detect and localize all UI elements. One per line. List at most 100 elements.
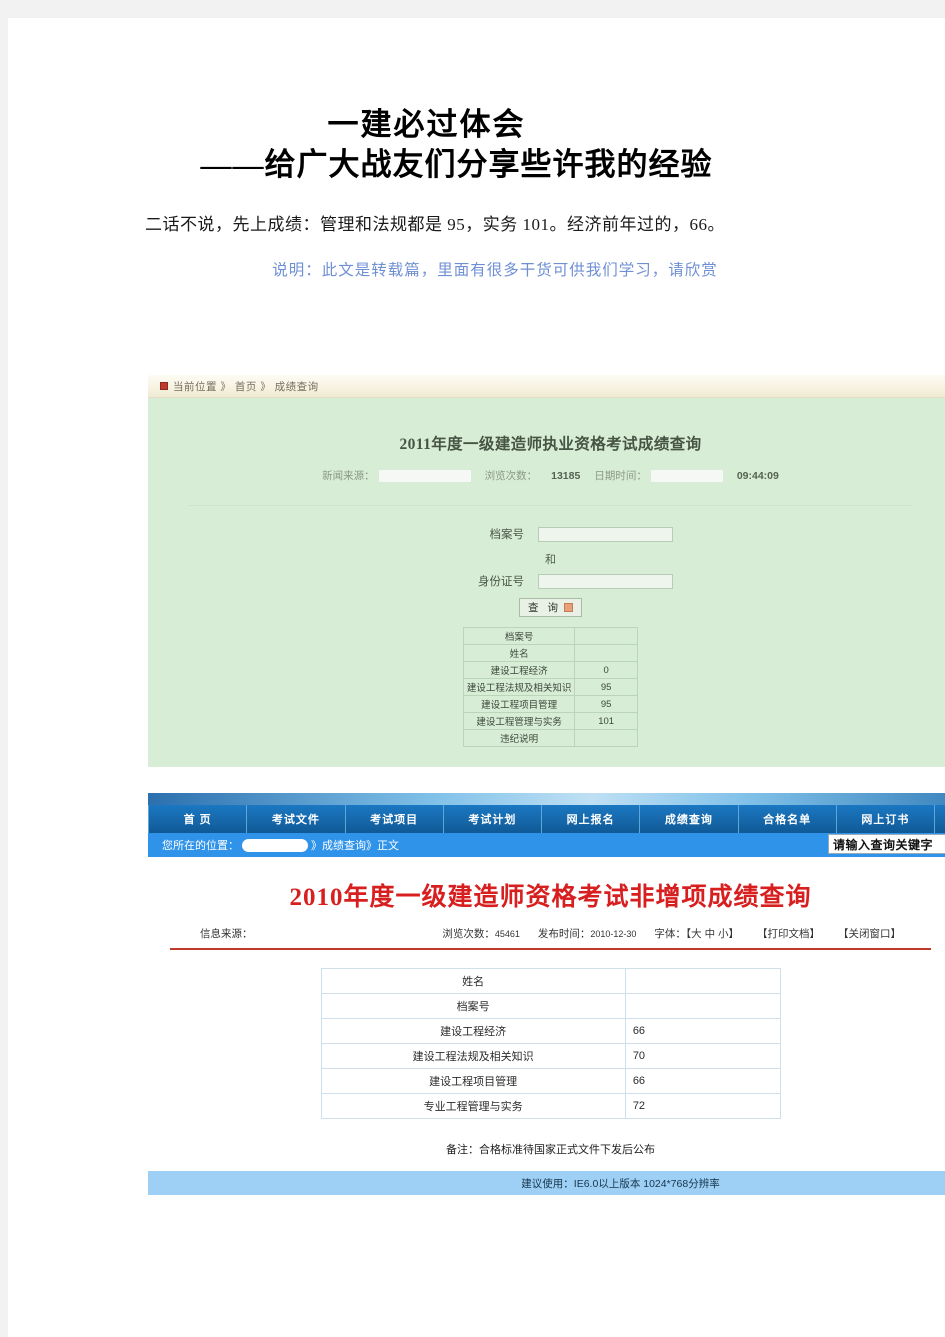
screenshot-2011-score-query: 当前位置 》 首页 》 成绩查询 2011年度一级建造师执业资格考试成绩查询 新…: [148, 375, 945, 767]
screenshot-2010-score-query: 首 页 考试文件 考试项目 考试计划 网上报名 成绩查询 合格名单 网上订书 您…: [148, 793, 945, 1195]
document-page: 一建必过体会 ——给广大战友们分享些许我的经验 二话不说，先上成绩：管理和法规都…: [8, 18, 945, 1337]
intro-paragraph: 二话不说，先上成绩：管理和法规都是 95，实务 101。经济前年过的，66。: [145, 214, 725, 234]
score-result-table-2011: 档案号 姓名 建设工程经济 0 建设工程法规及相关知识 95 建设工程项目管理 …: [462, 627, 638, 747]
query-page-meta: 新闻来源： 浏览次数： 13185 日期时间： 09:44:09: [148, 468, 945, 483]
nav-item-online-booking[interactable]: 网上订书: [837, 805, 935, 833]
location-label: 您所在的位置：: [162, 840, 239, 852]
nav-item-online-registration[interactable]: 网上报名: [542, 805, 641, 833]
redacted-site-name: [242, 838, 308, 852]
location-tail: 》成绩查询》正文: [311, 840, 399, 852]
meta-date-label: 日期时间：: [594, 470, 647, 482]
redacted-date: [650, 469, 723, 482]
id-number-input[interactable]: [538, 573, 673, 589]
score-query-form: 档案号 和 身份证号 查 询: [148, 526, 945, 617]
page-title: 一建必过体会: [327, 107, 526, 142]
breadcrumb-bar: 当前位置 》 首页 》 成绩查询: [148, 375, 945, 398]
id-number-row: 身份证号: [148, 573, 945, 589]
result-remark: 备注：合格标准待国家正式文件下发后公布: [446, 1144, 655, 1156]
row-value: 0: [574, 661, 638, 679]
archive-number-label: 档案号: [489, 529, 525, 541]
row-key: 建设工程经济: [320, 1018, 626, 1044]
font-size-control[interactable]: 字体：【大 中 小】: [654, 926, 739, 941]
meta-source-label: 信息来源：: [200, 928, 253, 940]
divider: [170, 948, 931, 950]
divider: [188, 505, 913, 506]
result-page-meta: 信息来源： 浏览次数：45461 发布时间：2010-12-30 字体：【大 中…: [162, 926, 939, 941]
nav-item-exam-schedule[interactable]: 考试计划: [444, 805, 542, 833]
query-button-label: 查 询: [528, 602, 561, 614]
archive-number-input[interactable]: [538, 526, 673, 542]
table-row: 建设工程法规及相关知识 70: [320, 1043, 781, 1069]
row-key: 建设工程法规及相关知识: [320, 1043, 626, 1069]
row-value: [574, 644, 638, 662]
meta-views-value: 13185: [551, 469, 581, 482]
row-key: 建设工程项目管理: [462, 695, 576, 713]
meta-publish-value: 2010-12-30: [590, 929, 637, 939]
nav-item-home[interactable]: 首 页: [148, 805, 248, 833]
meta-views-value: 45461: [494, 929, 520, 939]
table-row: 档案号: [462, 627, 638, 645]
row-key: 档案号: [462, 627, 576, 645]
row-value: 72: [624, 1093, 781, 1119]
print-document-button[interactable]: 【打印文档】: [757, 926, 820, 941]
nav-item-passed-list[interactable]: 合格名单: [739, 805, 837, 833]
row-value: [624, 968, 781, 994]
row-key: 违纪说明: [462, 729, 576, 747]
meta-time-value: 09:44:09: [736, 469, 779, 482]
meta-views-label: 浏览次数：: [484, 470, 538, 482]
table-row: 档案号: [320, 993, 781, 1019]
table-row: 建设工程项目管理 66: [320, 1068, 781, 1094]
location-bar: 您所在的位置： 》成绩查询》正文 请输入查询关键字: [148, 833, 945, 857]
table-row: 建设工程经济 66: [320, 1018, 781, 1044]
row-key: 档案号: [320, 993, 626, 1019]
page-subtitle: ——给广大战友们分享些许我的经验: [200, 146, 713, 182]
score-result-table-2010: 姓名 档案号 建设工程经济 66 建设工程法规及相关知识 70 建设工程项目管理…: [320, 968, 781, 1119]
result-page-title: 2010年度一级建造师资格考试非增项成绩查询: [289, 884, 812, 911]
row-key: 姓名: [320, 968, 626, 994]
meta-source-label: 新闻来源：: [322, 470, 375, 482]
form-conjunction: 和: [545, 554, 556, 566]
row-value: 95: [574, 695, 638, 713]
row-key: 建设工程项目管理: [320, 1068, 626, 1094]
main-navigation: 首 页 考试文件 考试项目 考试计划 网上报名 成绩查询 合格名单 网上订书: [148, 805, 945, 833]
bullet-square-icon: [160, 382, 168, 390]
meta-views: 浏览次数：45461: [442, 926, 520, 941]
nav-item-exam-projects[interactable]: 考试项目: [346, 805, 444, 833]
search-icon: [563, 603, 573, 612]
table-row: 违纪说明: [462, 729, 638, 747]
search-input[interactable]: 请输入查询关键字: [828, 834, 945, 854]
row-key: 建设工程管理与实务: [462, 712, 576, 730]
row-key: 建设工程经济: [462, 661, 576, 679]
meta-publish-label: 发布时间：: [537, 928, 591, 940]
meta-views-label: 浏览次数：: [442, 928, 495, 940]
table-row: 专业工程管理与实务 72: [320, 1093, 781, 1119]
query-submit-button[interactable]: 查 询: [519, 598, 582, 617]
table-row: 姓名: [462, 644, 638, 662]
table-row: 建设工程项目管理 95: [462, 695, 638, 713]
table-row: 建设工程管理与实务 101: [462, 712, 638, 730]
archive-number-row: 档案号: [148, 526, 945, 542]
row-key: 姓名: [462, 644, 576, 662]
redacted-source: [378, 469, 471, 482]
row-key: 建设工程法规及相关知识: [462, 678, 576, 696]
row-value: 66: [624, 1018, 781, 1044]
meta-publish: 发布时间：2010-12-30: [538, 926, 637, 941]
table-row: 姓名: [320, 968, 781, 994]
table-row: 建设工程经济 0: [462, 661, 638, 679]
close-window-button[interactable]: 【关闭窗口】: [838, 926, 901, 941]
id-number-label: 身份证号: [478, 576, 524, 588]
row-value: 70: [624, 1043, 781, 1069]
query-page-title: 2011年度一级建造师执业资格考试成绩查询: [399, 436, 702, 453]
table-row: 建设工程法规及相关知识 95: [462, 678, 638, 696]
site-footer: 建议使用：IE6.0以上版本 1024*768分辨率: [148, 1171, 945, 1195]
nav-item-score-query[interactable]: 成绩查询: [640, 805, 739, 833]
row-value: [624, 993, 781, 1019]
row-key: 专业工程管理与实务: [320, 1093, 626, 1119]
row-value: [574, 627, 638, 645]
row-value: [574, 729, 638, 747]
editor-note: 说明：此文是转载篇，里面有很多干货可供我们学习，请欣赏: [272, 262, 718, 280]
row-value: 66: [624, 1068, 781, 1094]
nav-item-exam-documents[interactable]: 考试文件: [247, 805, 346, 833]
row-value: 95: [574, 678, 638, 696]
nav-item-overflow[interactable]: [935, 805, 945, 833]
